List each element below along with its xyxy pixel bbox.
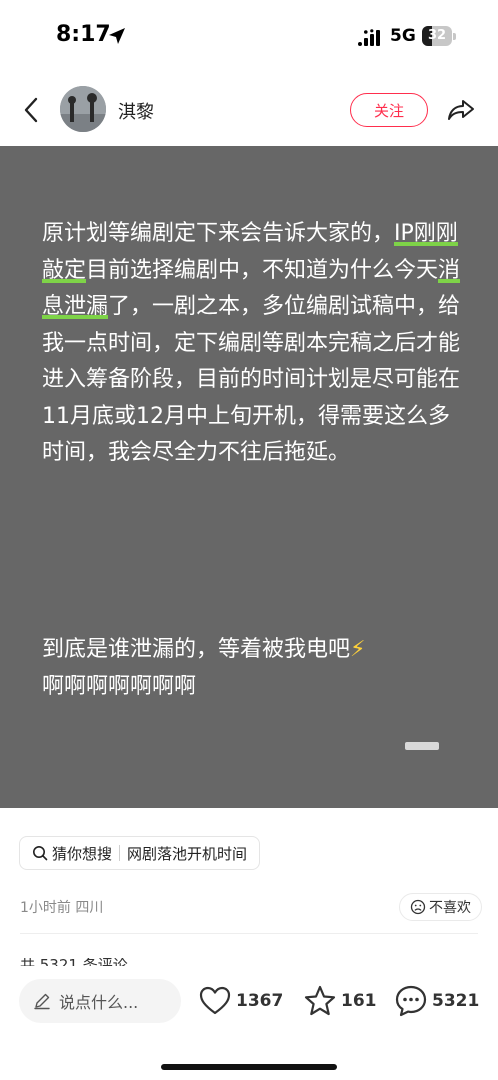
network-type: 5G	[390, 26, 416, 46]
post-text-segment: 啊啊啊啊啊啊啊	[42, 673, 197, 699]
dislike-button[interactable]: 不喜欢	[399, 893, 482, 921]
battery-level: 32	[427, 28, 447, 43]
pencil-icon	[34, 993, 50, 1010]
signal-icon	[358, 29, 380, 46]
avatar-image-icon	[60, 86, 106, 132]
search-icon	[33, 846, 48, 861]
avatar[interactable]	[60, 86, 106, 132]
favorite-count: 161	[341, 991, 377, 1011]
share-icon[interactable]	[446, 95, 476, 125]
comment-count: 5321	[432, 991, 480, 1011]
frown-face-icon	[410, 899, 426, 915]
post-image-text: 原计划等编剧定下来会告诉大家的，IP刚刚敲定目前选择编剧中，不知道为什么今天消息…	[42, 216, 462, 472]
post-text-segment: 到底是谁泄漏的，等着被我电吧	[42, 637, 351, 662]
comment-bubble-icon	[395, 985, 427, 1017]
back-arrow-icon[interactable]	[18, 95, 46, 125]
home-indicator[interactable]	[161, 1064, 337, 1070]
post-text-segment: 原计划等编剧定下来会告诉大家的，	[42, 221, 395, 246]
comments-count-heading: 共 5321 条评论	[20, 958, 128, 966]
favorite-button[interactable]: 161	[303, 984, 377, 1018]
heart-icon	[199, 986, 231, 1015]
post-text-segment: 目前选择编剧中，不知道为什么今天	[86, 257, 439, 283]
divider	[20, 933, 478, 934]
comment-input[interactable]: 说点什么...	[19, 979, 181, 1023]
post-text-segment: 了，一剧之本，多位编剧试稿中，给我一点时间，定下编剧等剧本完稿之后才能进入筹备阶…	[42, 294, 461, 465]
suggested-search[interactable]: 猜你想搜 网剧落池开机时间	[19, 836, 261, 870]
suggested-search-query: 网剧落池开机时间	[127, 844, 248, 863]
image-page-indicator	[405, 742, 439, 750]
star-icon	[304, 985, 336, 1016]
username[interactable]: 淇黎	[118, 98, 154, 124]
comment-placeholder: 说点什么...	[59, 993, 139, 1012]
like-count: 1367	[236, 991, 284, 1011]
post-time-location: 1小时前 四川	[20, 900, 104, 916]
location-arrow-icon	[109, 28, 125, 44]
suggested-search-prefix: 猜你想搜	[52, 844, 113, 863]
bottom-action-bar: 说点什么... 1367 161 5321	[0, 966, 498, 1080]
battery-icon: 32	[422, 26, 456, 46]
post-header: 淇黎 关注	[0, 75, 498, 145]
divider	[119, 845, 121, 861]
follow-button[interactable]: 关注	[350, 93, 428, 127]
dislike-label: 不喜欢	[429, 900, 471, 916]
post-paragraph-1: 原计划等编剧定下来会告诉大家的，IP刚刚敲定目前选择编剧中，不知道为什么今天消息…	[42, 216, 462, 472]
comment-button[interactable]: 5321	[394, 984, 479, 1018]
status-time: 8:17	[56, 22, 111, 47]
status-bar: 8:17 5G 32	[0, 0, 498, 70]
lightning-icon: ⚡	[350, 637, 366, 662]
like-button[interactable]: 1367	[198, 984, 283, 1018]
post-paragraph-2: 到底是谁泄漏的，等着被我电吧⚡ 啊啊啊啊啊啊啊	[42, 632, 472, 705]
